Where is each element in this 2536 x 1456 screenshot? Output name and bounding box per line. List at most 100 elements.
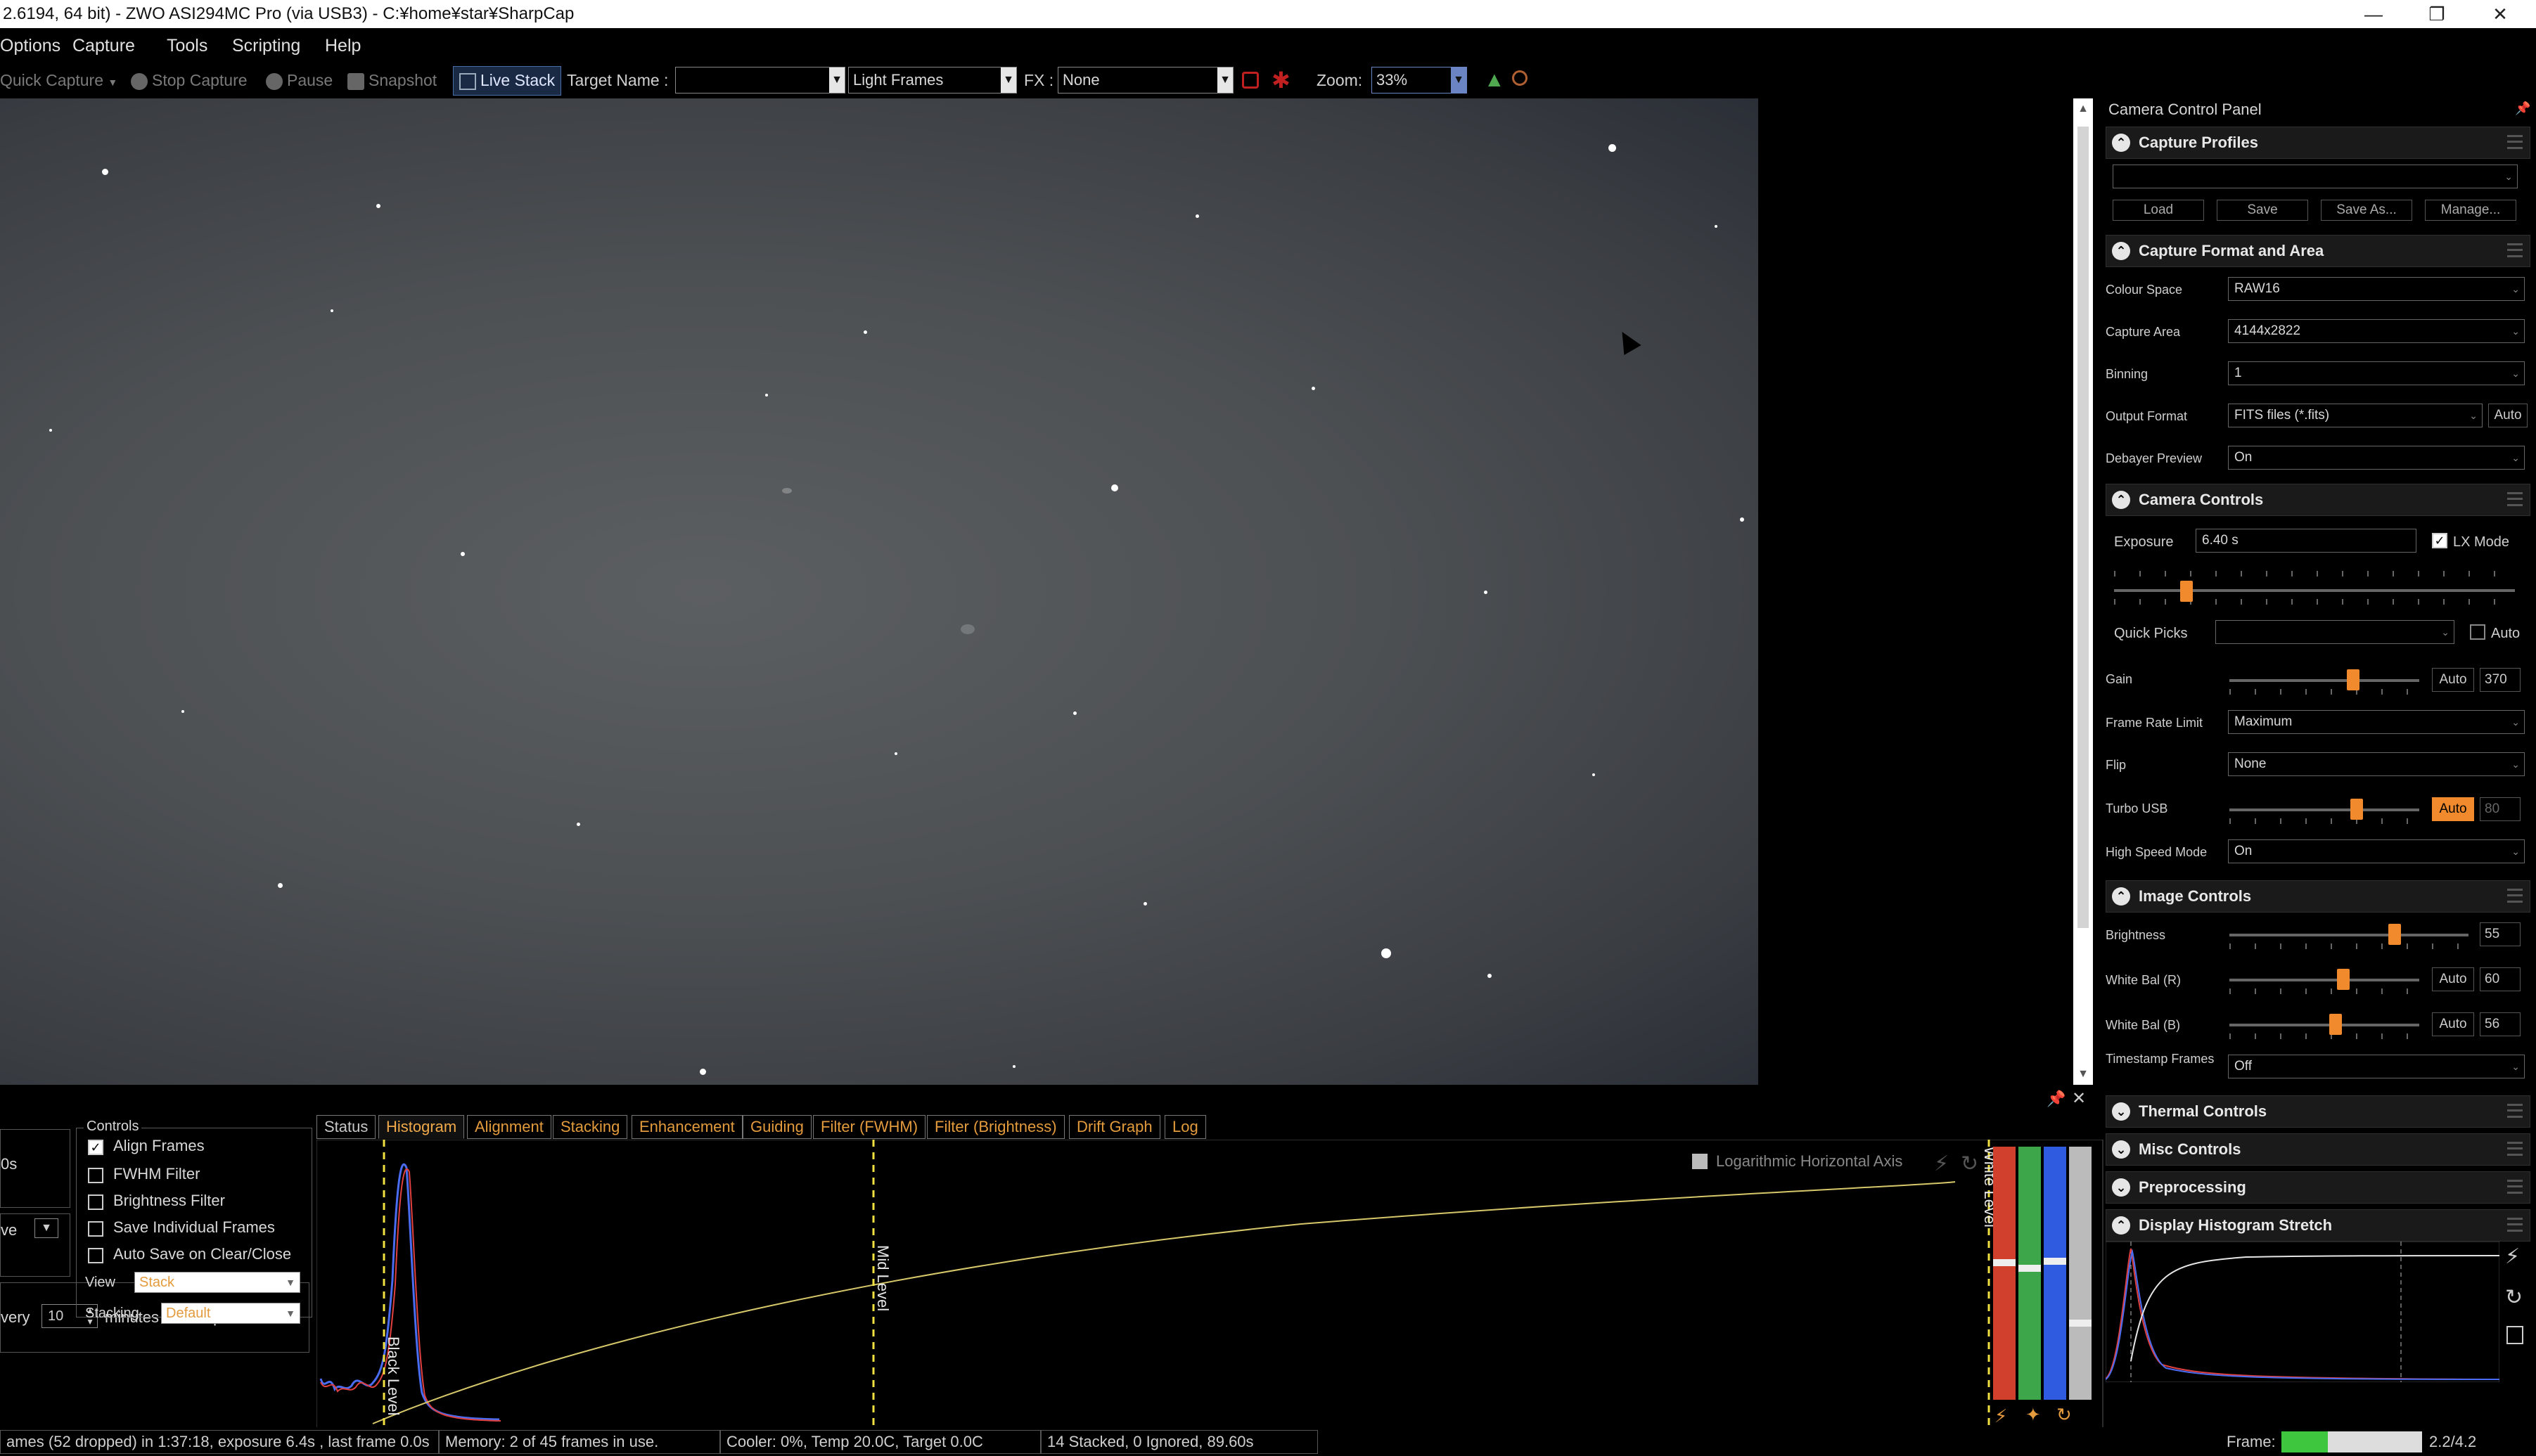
- menu-icon[interactable]: [2507, 889, 2523, 903]
- tab-filter-fwhm[interactable]: Filter (FWHM): [813, 1115, 926, 1139]
- frame-rate-dropdown[interactable]: Maximum ⌄: [2228, 710, 2525, 734]
- pause-button[interactable]: Pause: [266, 63, 333, 97]
- white-bal-b-slider-knob[interactable]: [2329, 1014, 2343, 1035]
- view-select[interactable]: Stack ▼: [134, 1272, 300, 1293]
- menu-icon[interactable]: [2507, 243, 2523, 257]
- chevron-down-icon[interactable]: ▼: [34, 1218, 58, 1238]
- tab-histogram[interactable]: Histogram: [378, 1115, 465, 1139]
- gain-slider[interactable]: [2229, 679, 2419, 682]
- exposure-slider[interactable]: [2114, 589, 2515, 592]
- maximize-button[interactable]: ❐: [2405, 0, 2468, 28]
- white-bal-r-value[interactable]: 60: [2480, 967, 2521, 991]
- gain-value[interactable]: 370: [2480, 668, 2521, 692]
- white-bal-r-slider-knob[interactable]: [2337, 969, 2350, 990]
- scroll-down-icon[interactable]: ▼: [2073, 1064, 2093, 1085]
- tab-drift-graph[interactable]: Drift Graph: [1069, 1115, 1160, 1139]
- menu-icon[interactable]: [2507, 1180, 2523, 1194]
- collapse-icon[interactable]: ⌃: [2112, 491, 2130, 509]
- focus-assist-icon[interactable]: ✱: [1272, 66, 1291, 94]
- menu-options[interactable]: Options: [0, 28, 60, 63]
- menu-icon[interactable]: [2507, 135, 2523, 149]
- expand-icon[interactable]: ⌄: [2112, 1102, 2130, 1121]
- binning-dropdown[interactable]: 1 ⌄: [2228, 361, 2525, 385]
- collapse-icon[interactable]: ⌃: [2112, 242, 2130, 260]
- timestamp-frames-dropdown[interactable]: Off ⌄: [2228, 1055, 2525, 1078]
- pin-icon[interactable]: 📌: [2047, 1090, 2066, 1108]
- live-stack-button[interactable]: Live Stack: [453, 66, 562, 96]
- zoom-icon[interactable]: [1512, 70, 1528, 86]
- section-thermal-controls[interactable]: ⌄ Thermal Controls: [2106, 1095, 2530, 1128]
- align-frames-checkbox[interactable]: ✓: [88, 1140, 103, 1155]
- close-pane-icon[interactable]: ✕: [2072, 1088, 2086, 1109]
- load-button[interactable]: Load: [2113, 200, 2204, 221]
- save-button[interactable]: Save: [2217, 200, 2308, 221]
- auto-stretch-icon[interactable]: ⚡: [2505, 1244, 2520, 1269]
- quick-picks-auto-checkbox[interactable]: [2470, 624, 2485, 640]
- lx-mode-checkbox[interactable]: ✓: [2432, 533, 2447, 548]
- profile-dropdown[interactable]: ⌄: [2113, 165, 2518, 188]
- white-bal-b-slider[interactable]: [2229, 1024, 2419, 1026]
- white-bal-b-value[interactable]: 56: [2480, 1012, 2521, 1036]
- turbo-usb-slider-knob[interactable]: [2350, 799, 2363, 820]
- image-scrollbar[interactable]: ▲ ▼: [2073, 98, 2093, 1085]
- scroll-up-icon[interactable]: ▲: [2073, 98, 2093, 120]
- white-bal-b-auto-button[interactable]: Auto: [2432, 1012, 2474, 1036]
- turbo-usb-value[interactable]: 80: [2480, 797, 2521, 821]
- flip-dropdown[interactable]: None ⌄: [2228, 752, 2525, 776]
- menu-icon[interactable]: [2507, 1104, 2523, 1118]
- reset-icon[interactable]: ↻: [2505, 1285, 2523, 1310]
- camera-image[interactable]: [0, 98, 1758, 1085]
- tab-enhancement[interactable]: Enhancement: [632, 1115, 743, 1139]
- save-stretch-icon[interactable]: [2506, 1326, 2523, 1344]
- save-individual-frames-checkbox[interactable]: [88, 1221, 103, 1237]
- output-format-auto-button[interactable]: Auto: [2488, 404, 2528, 427]
- menu-scripting[interactable]: Scripting: [232, 28, 300, 63]
- brightness-value[interactable]: 55: [2480, 922, 2521, 946]
- live-stack-histogram[interactable]: Black Level Mid Level White Level Logari…: [316, 1140, 2275, 1428]
- white-bal-r-slider[interactable]: [2229, 979, 2419, 981]
- brightness-slider[interactable]: [2229, 934, 2468, 936]
- brightness-slider-knob[interactable]: [2388, 924, 2401, 945]
- tab-stacking[interactable]: Stacking: [553, 1115, 628, 1139]
- output-format-dropdown[interactable]: FITS files (*.fits) ⌄: [2228, 404, 2483, 427]
- tab-log[interactable]: Log: [1165, 1115, 1206, 1139]
- brightness-filter-checkbox[interactable]: [88, 1194, 103, 1210]
- frame-type-combo[interactable]: Light Frames ▼: [848, 67, 1017, 94]
- close-button[interactable]: ✕: [2468, 0, 2532, 28]
- tab-alignment[interactable]: Alignment: [467, 1115, 551, 1139]
- tab-status[interactable]: Status: [316, 1115, 376, 1139]
- snapshot-button[interactable]: Snapshot: [347, 63, 437, 97]
- collapse-icon[interactable]: ⌃: [2112, 887, 2130, 906]
- gain-auto-button[interactable]: Auto: [2432, 668, 2474, 692]
- colour-space-dropdown[interactable]: RAW16 ⌄: [2228, 277, 2525, 301]
- fx-combo[interactable]: None ▼: [1058, 67, 1234, 94]
- save-as-button[interactable]: Save As...: [2321, 200, 2412, 221]
- section-image-controls[interactable]: ⌃ Image Controls: [2106, 880, 2530, 913]
- gain-slider-knob[interactable]: [2346, 669, 2359, 690]
- white-bal-r-auto-button[interactable]: Auto: [2432, 967, 2474, 991]
- scrollbar-thumb[interactable]: [2077, 127, 2089, 928]
- high-speed-mode-dropdown[interactable]: On ⌄: [2228, 839, 2525, 863]
- exposure-input[interactable]: 6.40 s: [2196, 529, 2416, 553]
- zoom-combo[interactable]: 33% ▼: [1371, 67, 1467, 94]
- tab-guiding[interactable]: Guiding: [743, 1115, 812, 1139]
- pin-icon[interactable]: 📌: [2515, 101, 2530, 116]
- reticle-icon[interactable]: [1242, 72, 1259, 89]
- quick-capture-button[interactable]: Quick Capture ▼: [0, 63, 117, 99]
- histogram-icon[interactable]: ▲: [1484, 67, 1505, 93]
- menu-icon[interactable]: [2507, 1218, 2523, 1232]
- menu-tools[interactable]: Tools: [167, 28, 207, 63]
- target-name-combo[interactable]: ▼: [675, 67, 845, 94]
- menu-icon[interactable]: [2507, 1142, 2523, 1156]
- menu-help[interactable]: Help: [325, 28, 361, 63]
- auto-save-checkbox[interactable]: [88, 1248, 103, 1263]
- section-camera-controls[interactable]: ⌃ Camera Controls: [2106, 484, 2530, 516]
- collapse-icon[interactable]: ⌃: [2112, 134, 2130, 152]
- turbo-usb-slider[interactable]: [2229, 808, 2419, 811]
- stop-capture-button[interactable]: Stop Capture: [131, 63, 248, 97]
- fwhm-filter-checkbox[interactable]: [88, 1168, 103, 1183]
- debayer-dropdown[interactable]: On ⌄: [2228, 446, 2525, 470]
- capture-area-dropdown[interactable]: 4144x2822 ⌄: [2228, 319, 2525, 343]
- quick-picks-dropdown[interactable]: ⌄: [2215, 620, 2454, 644]
- manage-button[interactable]: Manage...: [2425, 200, 2516, 221]
